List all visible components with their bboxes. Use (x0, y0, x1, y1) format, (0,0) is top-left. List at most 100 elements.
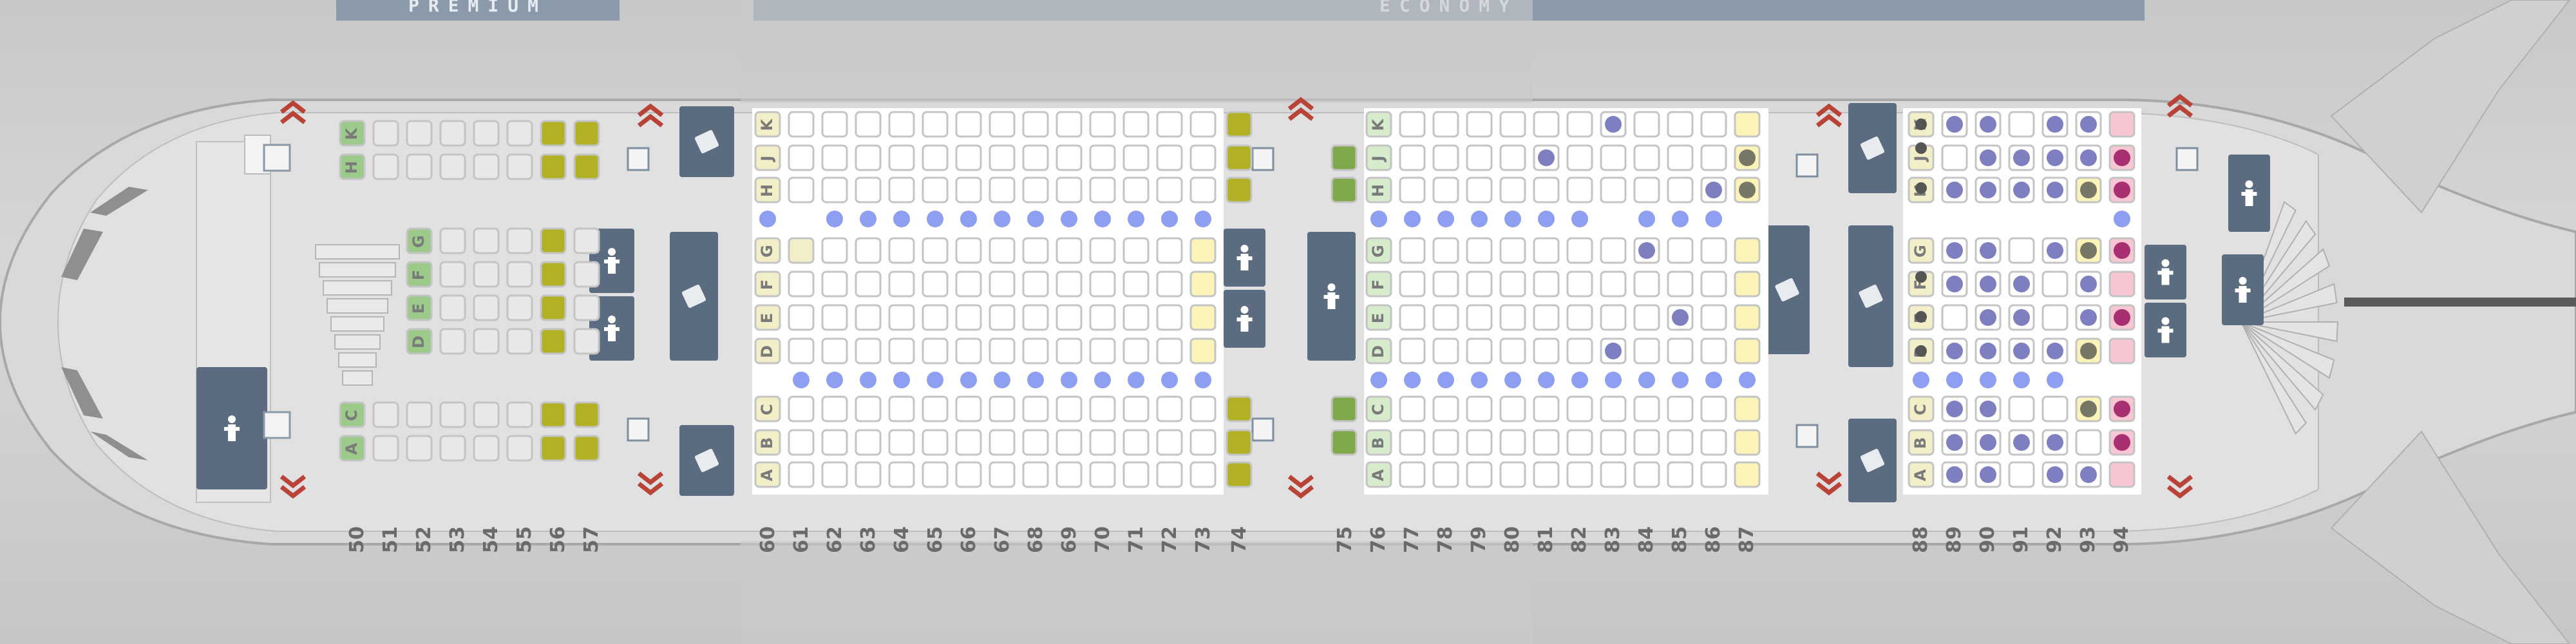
seat[interactable] (1941, 304, 1968, 331)
seat[interactable] (1056, 176, 1083, 204)
seat[interactable] (473, 120, 500, 147)
seat[interactable] (1022, 176, 1049, 204)
seat[interactable] (855, 429, 882, 456)
seat[interactable] (922, 304, 949, 331)
seat[interactable] (788, 304, 815, 331)
seat[interactable] (2008, 395, 2035, 422)
seat[interactable] (372, 153, 399, 180)
seat[interactable] (989, 144, 1016, 171)
seat[interactable] (439, 401, 466, 428)
seat[interactable] (1226, 395, 1253, 422)
seat[interactable] (573, 153, 600, 180)
seat[interactable] (1566, 429, 1593, 456)
seat[interactable] (1432, 111, 1459, 138)
seat[interactable] (922, 395, 949, 422)
seat[interactable] (1466, 337, 1493, 365)
seat[interactable] (1432, 237, 1459, 264)
seat[interactable] (540, 401, 567, 428)
seat[interactable] (888, 395, 915, 422)
seat[interactable] (506, 120, 533, 147)
seat[interactable] (989, 270, 1016, 298)
seat[interactable] (922, 176, 949, 204)
seat[interactable] (1156, 237, 1183, 264)
seat[interactable] (855, 176, 882, 204)
seat[interactable] (922, 337, 949, 365)
seat[interactable] (1089, 270, 1116, 298)
seat[interactable] (406, 120, 433, 147)
seat[interactable] (1466, 304, 1493, 331)
seat[interactable] (1089, 144, 1116, 171)
seat[interactable] (473, 294, 500, 321)
seat[interactable] (1432, 337, 1459, 365)
seat[interactable] (2108, 111, 2136, 138)
seat[interactable] (2108, 461, 2136, 488)
seat[interactable] (955, 176, 982, 204)
seat[interactable] (1122, 237, 1150, 264)
seat[interactable] (788, 395, 815, 422)
seat[interactable] (540, 227, 567, 254)
seat[interactable] (1700, 270, 1727, 298)
seat[interactable] (573, 227, 600, 254)
seat[interactable] (922, 270, 949, 298)
seat[interactable] (788, 144, 815, 171)
seat[interactable] (955, 144, 982, 171)
seat[interactable] (1122, 429, 1150, 456)
seat[interactable] (955, 337, 982, 365)
seat[interactable] (1189, 237, 1217, 264)
seat[interactable] (1633, 337, 1660, 365)
seat[interactable] (1432, 429, 1459, 456)
seat[interactable] (1122, 111, 1150, 138)
seat[interactable] (372, 435, 399, 462)
seat[interactable] (1399, 176, 1426, 204)
seat[interactable] (955, 237, 982, 264)
seat[interactable] (821, 176, 848, 204)
seat[interactable] (540, 261, 567, 288)
seat[interactable] (955, 270, 982, 298)
seat[interactable] (506, 294, 533, 321)
seat[interactable] (1566, 237, 1593, 264)
seat[interactable] (1331, 429, 1358, 456)
seat[interactable] (1566, 144, 1593, 171)
seat[interactable] (1533, 461, 1560, 488)
seat[interactable] (2108, 337, 2136, 365)
seat[interactable] (1089, 429, 1116, 456)
seat[interactable] (1700, 395, 1727, 422)
seat[interactable] (1156, 461, 1183, 488)
seat[interactable] (1226, 176, 1253, 204)
seat[interactable] (506, 227, 533, 254)
seat[interactable] (540, 120, 567, 147)
seat[interactable] (1122, 395, 1150, 422)
seat[interactable] (1399, 270, 1426, 298)
seat[interactable] (1432, 304, 1459, 331)
seat[interactable] (1189, 461, 1217, 488)
seat[interactable] (2008, 111, 2035, 138)
seat[interactable] (1056, 270, 1083, 298)
seat[interactable] (1734, 461, 1761, 488)
seat[interactable] (1734, 395, 1761, 422)
seat[interactable] (788, 429, 815, 456)
seat[interactable] (473, 227, 500, 254)
seat[interactable] (473, 261, 500, 288)
seat[interactable] (1056, 429, 1083, 456)
seat[interactable] (1466, 395, 1493, 422)
seat[interactable] (1331, 395, 1358, 422)
seat[interactable] (1189, 176, 1217, 204)
seat[interactable] (2008, 237, 2035, 264)
seat[interactable] (1156, 337, 1183, 365)
seat[interactable] (506, 401, 533, 428)
seat[interactable] (1734, 237, 1761, 264)
seat[interactable] (1432, 461, 1459, 488)
seat[interactable] (1022, 237, 1049, 264)
seat[interactable] (1499, 395, 1526, 422)
seat[interactable] (989, 395, 1016, 422)
seat[interactable] (1089, 337, 1116, 365)
seat[interactable] (855, 237, 882, 264)
seat[interactable] (2041, 304, 2069, 331)
seat[interactable] (955, 395, 982, 422)
seat[interactable] (855, 304, 882, 331)
seat[interactable] (1499, 111, 1526, 138)
seat[interactable] (1466, 461, 1493, 488)
seat[interactable] (1667, 111, 1694, 138)
seat[interactable] (573, 328, 600, 355)
seat[interactable] (439, 261, 466, 288)
